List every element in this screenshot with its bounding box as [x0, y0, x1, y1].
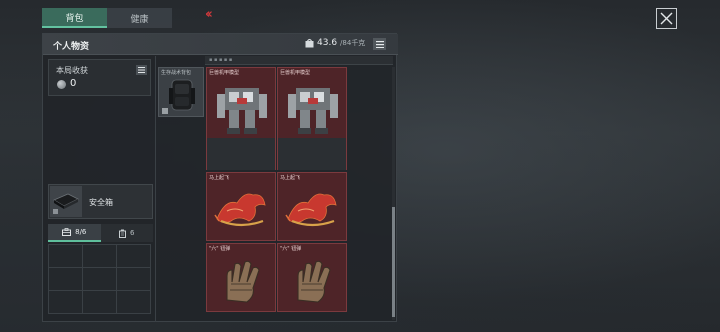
tab-backpack[interactable]: 背包 [42, 8, 107, 28]
weight-current: 43.6 [317, 38, 338, 48]
scrollbar[interactable] [392, 67, 395, 320]
double-chevron-left-icon[interactable]: ‹‹ [205, 7, 213, 22]
scrollbar-thumb[interactable] [392, 207, 395, 317]
column-divider [155, 56, 156, 322]
horse-statue-icon [214, 193, 266, 227]
item-horse-1[interactable]: 马上起飞 [206, 172, 276, 241]
panel-title: 个人物资 [53, 42, 90, 52]
horse-statue-icon [285, 193, 337, 227]
weight-indicator: 43.6/84千克 [305, 38, 365, 48]
tab-container-1[interactable]: 8/6 [48, 224, 101, 242]
glove-icon [226, 260, 260, 303]
panel-header: 个人物资 43.6/84千克 [43, 34, 398, 55]
loot-menu-button[interactable] [136, 65, 147, 75]
weight-max: /84千克 [340, 39, 366, 47]
coin-icon [57, 80, 66, 89]
tab-container-2[interactable]: 6 [100, 224, 153, 242]
item-name: "六" 钮弹 [209, 246, 231, 252]
item-name: 巨兽机甲模型 [209, 70, 240, 76]
toolbox-icon [62, 228, 72, 236]
backpack-icon [162, 79, 195, 114]
list-icon [375, 40, 384, 48]
item-name: 马上起飞 [209, 175, 230, 181]
inventory-panel: 个人物资 43.6/84千克 本局收获 0 安全箱 8/6 6 ▪ ▪ ▪ ▪ … [42, 33, 398, 322]
glove-icon [297, 260, 331, 303]
backpack-slot[interactable]: 生存战术背包 [158, 67, 204, 117]
item-name: 马上起飞 [280, 175, 301, 181]
loot-label: 本局收获 [56, 66, 88, 75]
weight-icon [305, 38, 314, 48]
item-name: 巨兽机甲模型 [280, 70, 311, 76]
item-glove-2[interactable]: "六" 钮弹 [277, 243, 347, 312]
item-empty-area [278, 138, 346, 170]
item-horse-2[interactable]: 马上起飞 [277, 172, 347, 241]
loot-summary: 本局收获 0 [48, 59, 151, 96]
loot-value: 0 [70, 78, 77, 89]
game-screen: 背包 健康 ‹‹ 个人物资 43.6/84千克 本局收获 0 安全箱 8/6 6… [0, 0, 720, 332]
container-tabs: 8/6 6 [48, 224, 153, 242]
top-tabs: 背包 健康 [42, 8, 172, 28]
safe-box-label: 安全箱 [89, 198, 113, 207]
item-mech-model-1[interactable]: 巨兽机甲模型 [206, 67, 276, 170]
container-grid[interactable] [48, 244, 151, 314]
close-button[interactable] [656, 8, 677, 29]
container-1-count: 8/6 [75, 228, 87, 236]
item-glove-1[interactable]: "六" 钮弹 [206, 243, 276, 312]
tab-health[interactable]: 健康 [107, 8, 172, 28]
item-empty-area [207, 138, 275, 170]
partial-row: ▪ ▪ ▪ ▪ ▪ [205, 56, 393, 65]
item-mech-model-2[interactable]: 巨兽机甲模型 [277, 67, 347, 170]
close-icon [660, 12, 673, 25]
safe-box-icon [50, 186, 82, 217]
canister-icon [119, 229, 127, 238]
container-2-count: 6 [130, 229, 135, 237]
list-icon [138, 67, 145, 73]
item-name: "六" 钮弹 [280, 246, 302, 252]
safe-box-slot[interactable]: 安全箱 [48, 184, 153, 219]
sort-menu-button[interactable] [373, 38, 386, 50]
partial-row-text: ▪ ▪ ▪ ▪ ▪ [209, 57, 233, 63]
